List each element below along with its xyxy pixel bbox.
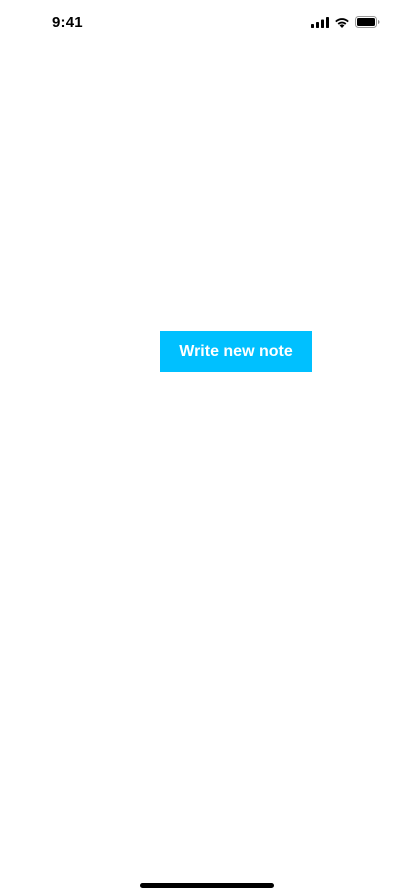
status-icons bbox=[311, 16, 380, 28]
battery-icon bbox=[355, 16, 380, 28]
cellular-signal-icon bbox=[311, 16, 329, 28]
status-bar: 9:41 bbox=[0, 0, 414, 44]
wifi-icon bbox=[334, 17, 350, 28]
status-time: 9:41 bbox=[52, 14, 83, 31]
write-new-note-button[interactable]: Write new note bbox=[160, 331, 312, 372]
home-indicator[interactable] bbox=[140, 883, 274, 888]
